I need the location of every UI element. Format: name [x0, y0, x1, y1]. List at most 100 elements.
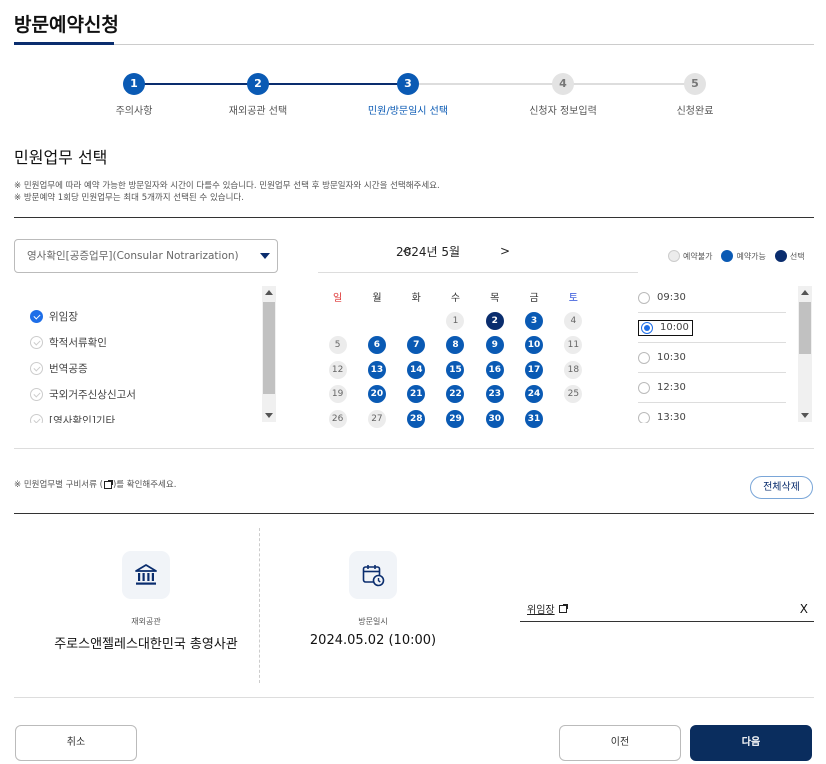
calendar-day[interactable]: 17: [525, 360, 544, 379]
external-link-icon[interactable]: [558, 603, 568, 613]
calendar-day[interactable]: 20: [367, 385, 386, 404]
calendar-cell: 24: [514, 382, 553, 407]
scroll-up-arrow-icon[interactable]: [265, 290, 273, 295]
radio-icon[interactable]: [641, 321, 653, 334]
remove-task-button[interactable]: X: [800, 602, 808, 616]
step-label: 신청자 정보입력: [529, 106, 597, 117]
calendar-day[interactable]: 3: [525, 311, 544, 330]
calendar-cell: 20: [357, 382, 396, 407]
calendar-day[interactable]: 16: [485, 360, 504, 379]
legend-label: 예약불가: [683, 251, 713, 261]
task-label: 학적서류확인: [49, 336, 107, 349]
summary-rule: [14, 513, 814, 514]
calendar-week-row: 12 13 14 15 16 17 18: [318, 358, 593, 383]
step-number: 3: [397, 73, 419, 95]
prev-button[interactable]: 이전: [559, 725, 681, 761]
calendar-day[interactable]: 2: [485, 311, 504, 330]
cancel-button[interactable]: 취소: [15, 725, 137, 761]
task-label: 번역공증: [49, 362, 88, 375]
calendar-day[interactable]: 10: [525, 336, 544, 355]
time-slot[interactable]: 10:00: [638, 313, 786, 343]
calendar-day[interactable]: 6: [367, 336, 386, 355]
step-2: 2 재외공관 선택: [198, 73, 318, 117]
scrollbar-thumb[interactable]: [263, 302, 275, 394]
calendar-cell: 26: [318, 407, 357, 432]
visit-datetime-label: 방문일시: [358, 617, 388, 626]
next-button[interactable]: 다음: [690, 725, 812, 761]
selected-task-name[interactable]: 위임장: [527, 601, 555, 616]
category-select[interactable]: 영사확인[공증업무](Consular Notrarization): [14, 239, 278, 273]
task-item[interactable]: 번역공증: [30, 355, 260, 381]
section-title: 민원업무 선택: [14, 148, 108, 167]
title-rule: [14, 44, 814, 45]
task-list: 위임장학적서류확인번역공증국외거주신상신고서 [영사확인]기타: [30, 303, 260, 423]
calendar-day: 26: [328, 409, 347, 428]
time-slot[interactable]: 12:30: [638, 373, 786, 403]
time-slot-focus[interactable]: 10:00: [638, 319, 693, 336]
task-list-scrollbar[interactable]: [262, 286, 276, 422]
calendar-day[interactable]: 21: [407, 385, 426, 404]
legend-label: 선택: [789, 251, 805, 261]
calendar-cell: 16: [475, 358, 514, 383]
clear-all-button[interactable]: 전체삭제: [750, 476, 813, 499]
task-label: 국외거주신상신고서: [49, 388, 136, 401]
task-item[interactable]: 학적서류확인: [30, 329, 260, 355]
title-underline: [14, 42, 114, 45]
calendar-day[interactable]: 8: [446, 336, 465, 355]
calendar-cell: [357, 309, 396, 334]
calendar-day[interactable]: 29: [446, 409, 465, 428]
calendar-day[interactable]: 15: [446, 360, 465, 379]
calendar-cell: 29: [436, 407, 475, 432]
radio-icon[interactable]: [638, 291, 650, 304]
time-slot[interactable]: 13:30: [638, 403, 786, 423]
calendar-day[interactable]: 28: [407, 409, 426, 428]
time-list-scrollbar[interactable]: [798, 286, 812, 422]
task-item[interactable]: 위임장: [30, 303, 260, 329]
section-notes: ※ 민원업무에 따라 예약 가능한 방문일자와 시간이 다를수 있습니다. 민원…: [14, 180, 440, 204]
calendar-cell: 4: [554, 309, 593, 334]
next-month-button[interactable]: >: [500, 244, 510, 258]
caret-down-icon: [260, 253, 270, 259]
scroll-up-arrow-icon[interactable]: [801, 290, 809, 295]
radio-icon[interactable]: [638, 411, 650, 423]
time-slot[interactable]: 09:30: [638, 283, 786, 313]
scrollbar-thumb[interactable]: [799, 302, 811, 354]
check-circle-icon[interactable]: [30, 335, 43, 349]
check-circle-icon[interactable]: [30, 387, 43, 401]
step-number: 4: [552, 73, 574, 95]
calendar-week-row: 5 6 7 8 9 10 11: [318, 333, 593, 358]
time-label: 12:30: [657, 382, 686, 393]
task-item[interactable]: 국외거주신상신고서: [30, 381, 260, 407]
task-item[interactable]: [영사확인]기타: [30, 407, 260, 423]
radio-icon[interactable]: [638, 351, 650, 364]
time-slot[interactable]: 10:30: [638, 343, 786, 373]
check-circle-icon[interactable]: [30, 413, 43, 423]
category-select-value: 영사확인[공증업무](Consular Notrarization): [27, 250, 239, 262]
calendar-grid: 일 월 화 수 목 금 토 1 2 3 4 5 6 7 8 9 10 11 12 13 14 15 16 17 18 19 20 21…: [318, 284, 593, 431]
radio-icon[interactable]: [638, 381, 650, 394]
check-circle-icon[interactable]: [30, 361, 43, 375]
calendar-cell: 28: [397, 407, 436, 432]
calendar-day[interactable]: 31: [525, 409, 544, 428]
calendar-day: 5: [328, 336, 347, 355]
calendar-day[interactable]: 22: [446, 385, 465, 404]
scroll-down-arrow-icon[interactable]: [801, 413, 809, 418]
calendar-cell: 10: [514, 333, 553, 358]
note-line: ※ 민원업무에 따라 예약 가능한 방문일자와 시간이 다를수 있습니다. 민원…: [14, 181, 440, 191]
calendar-cell: [397, 309, 436, 334]
mission-value: 주로스앤젤레스대한민국 총영사관: [54, 637, 238, 652]
calendar-cell: 31: [514, 407, 553, 432]
calendar-day[interactable]: 7: [407, 336, 426, 355]
check-circle-icon[interactable]: [30, 309, 43, 323]
calendar-day[interactable]: 24: [525, 385, 544, 404]
calendar-day: 12: [328, 360, 347, 379]
calendar-day[interactable]: 14: [407, 360, 426, 379]
calendar-day: 27: [367, 409, 386, 428]
scroll-down-arrow-icon[interactable]: [265, 413, 273, 418]
external-link-icon[interactable]: [103, 479, 113, 489]
progress-stepper: 1 주의사항 2 재외공관 선택 3 민원/방문일시 선택 4 신청자 정보입력 5 신청완료: [0, 70, 826, 120]
calendar-day[interactable]: 9: [485, 336, 504, 355]
calendar-day[interactable]: 30: [485, 409, 504, 428]
calendar-day[interactable]: 13: [367, 360, 386, 379]
calendar-day[interactable]: 23: [485, 385, 504, 404]
